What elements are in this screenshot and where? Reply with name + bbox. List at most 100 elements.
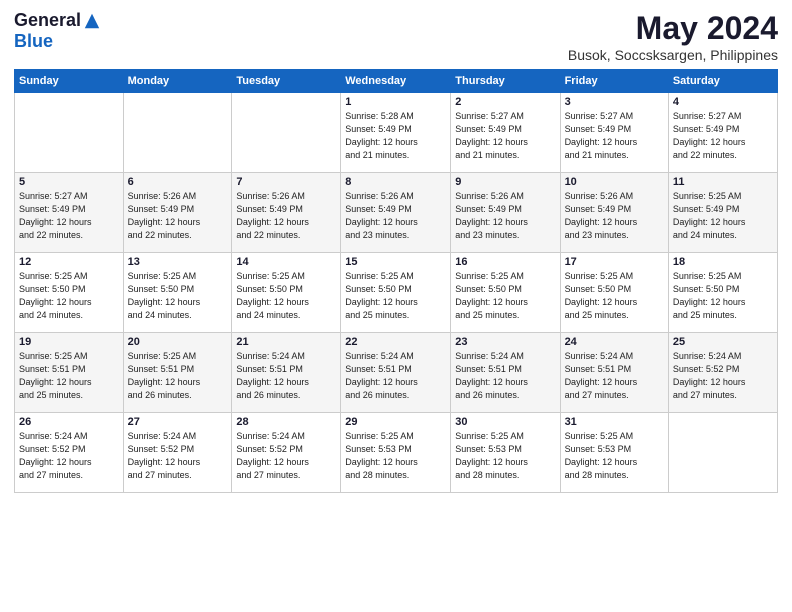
calendar-cell [232, 93, 341, 173]
day-number: 9 [455, 176, 555, 188]
header: General Blue May 2024 Busok, Soccsksarge… [14, 10, 778, 63]
day-info: Sunrise: 5:25 AM Sunset: 5:51 PM Dayligh… [19, 350, 119, 402]
day-info: Sunrise: 5:24 AM Sunset: 5:52 PM Dayligh… [128, 430, 228, 482]
calendar-cell: 26 Sunrise: 5:24 AM Sunset: 5:52 PM Dayli… [15, 413, 124, 493]
calendar-cell: 7 Sunrise: 5:26 AM Sunset: 5:49 PM Daylig… [232, 173, 341, 253]
day-info: Sunrise: 5:25 AM Sunset: 5:49 PM Dayligh… [673, 190, 773, 242]
day-number: 6 [128, 176, 228, 188]
day-info: Sunrise: 5:27 AM Sunset: 5:49 PM Dayligh… [19, 190, 119, 242]
day-info: Sunrise: 5:25 AM Sunset: 5:50 PM Dayligh… [345, 270, 446, 322]
day-number: 25 [673, 336, 773, 348]
day-info: Sunrise: 5:25 AM Sunset: 5:51 PM Dayligh… [128, 350, 228, 402]
calendar-cell: 29 Sunrise: 5:25 AM Sunset: 5:53 PM Dayli… [341, 413, 451, 493]
day-number: 15 [345, 256, 446, 268]
day-number: 23 [455, 336, 555, 348]
day-number: 30 [455, 416, 555, 428]
calendar-cell: 6Sunrise: 5:26 AM Sunset: 5:49 PM Daylig… [123, 173, 232, 253]
month-title: May 2024 [568, 10, 778, 47]
calendar-week-row: 5 Sunrise: 5:27 AM Sunset: 5:49 PM Daylig… [15, 173, 778, 253]
location: Busok, Soccsksargen, Philippines [568, 47, 778, 63]
day-info: Sunrise: 5:25 AM Sunset: 5:50 PM Dayligh… [236, 270, 336, 322]
day-info: Sunrise: 5:25 AM Sunset: 5:50 PM Dayligh… [673, 270, 773, 322]
calendar-cell: 3Sunrise: 5:27 AM Sunset: 5:49 PM Daylig… [560, 93, 668, 173]
day-number: 18 [673, 256, 773, 268]
calendar-header-tuesday: Tuesday [232, 70, 341, 93]
calendar-cell: 16Sunrise: 5:25 AM Sunset: 5:50 PM Dayli… [451, 253, 560, 333]
day-info: Sunrise: 5:25 AM Sunset: 5:50 PM Dayligh… [565, 270, 664, 322]
calendar-week-row: 19 Sunrise: 5:25 AM Sunset: 5:51 PM Dayli… [15, 333, 778, 413]
calendar-cell: 19 Sunrise: 5:25 AM Sunset: 5:51 PM Dayli… [15, 333, 124, 413]
calendar-cell: 27 Sunrise: 5:24 AM Sunset: 5:52 PM Dayli… [123, 413, 232, 493]
calendar-cell: 30 Sunrise: 5:25 AM Sunset: 5:53 PM Dayli… [451, 413, 560, 493]
day-number: 20 [128, 336, 228, 348]
calendar-cell: 2 Sunrise: 5:27 AM Sunset: 5:49 PM Daylig… [451, 93, 560, 173]
day-number: 11 [673, 176, 773, 188]
day-number: 27 [128, 416, 228, 428]
calendar-cell [15, 93, 124, 173]
day-number: 10 [565, 176, 664, 188]
calendar-cell [123, 93, 232, 173]
title-section: May 2024 Busok, Soccsksargen, Philippine… [568, 10, 778, 63]
day-number: 21 [236, 336, 336, 348]
day-info: Sunrise: 5:24 AM Sunset: 5:52 PM Dayligh… [673, 350, 773, 402]
day-number: 7 [236, 176, 336, 188]
calendar-cell: 22 Sunrise: 5:24 AM Sunset: 5:51 PM Dayli… [341, 333, 451, 413]
day-number: 4 [673, 96, 773, 108]
calendar-cell: 21 Sunrise: 5:24 AM Sunset: 5:51 PM Dayli… [232, 333, 341, 413]
day-number: 24 [565, 336, 664, 348]
calendar-cell: 31 Sunrise: 5:25 AM Sunset: 5:53 PM Dayli… [560, 413, 668, 493]
calendar-header-sunday: Sunday [15, 70, 124, 93]
day-info: Sunrise: 5:24 AM Sunset: 5:51 PM Dayligh… [565, 350, 664, 402]
day-info: Sunrise: 5:25 AM Sunset: 5:50 PM Dayligh… [19, 270, 119, 322]
day-number: 29 [345, 416, 446, 428]
day-info: Sunrise: 5:25 AM Sunset: 5:50 PM Dayligh… [455, 270, 555, 322]
logo-blue: Blue [14, 31, 53, 51]
day-number: 26 [19, 416, 119, 428]
calendar-cell: 18 Sunrise: 5:25 AM Sunset: 5:50 PM Dayli… [668, 253, 777, 333]
day-number: 1 [345, 96, 446, 108]
day-number: 5 [19, 176, 119, 188]
calendar-header-friday: Friday [560, 70, 668, 93]
calendar-cell [668, 413, 777, 493]
day-info: Sunrise: 5:24 AM Sunset: 5:52 PM Dayligh… [19, 430, 119, 482]
day-info: Sunrise: 5:27 AM Sunset: 5:49 PM Dayligh… [565, 110, 664, 162]
day-info: Sunrise: 5:27 AM Sunset: 5:49 PM Dayligh… [455, 110, 555, 162]
day-info: Sunrise: 5:26 AM Sunset: 5:49 PM Dayligh… [565, 190, 664, 242]
day-info: Sunrise: 5:25 AM Sunset: 5:53 PM Dayligh… [455, 430, 555, 482]
calendar-cell: 1Sunrise: 5:28 AM Sunset: 5:49 PM Daylig… [341, 93, 451, 173]
calendar-cell: 17Sunrise: 5:25 AM Sunset: 5:50 PM Dayli… [560, 253, 668, 333]
day-number: 12 [19, 256, 119, 268]
calendar-header-monday: Monday [123, 70, 232, 93]
logo-icon [83, 12, 101, 30]
day-info: Sunrise: 5:24 AM Sunset: 5:51 PM Dayligh… [345, 350, 446, 402]
day-info: Sunrise: 5:26 AM Sunset: 5:49 PM Dayligh… [345, 190, 446, 242]
day-number: 22 [345, 336, 446, 348]
day-number: 8 [345, 176, 446, 188]
calendar-cell: 13 Sunrise: 5:25 AM Sunset: 5:50 PM Dayli… [123, 253, 232, 333]
day-info: Sunrise: 5:26 AM Sunset: 5:49 PM Dayligh… [455, 190, 555, 242]
calendar-cell: 5 Sunrise: 5:27 AM Sunset: 5:49 PM Daylig… [15, 173, 124, 253]
calendar-header-wednesday: Wednesday [341, 70, 451, 93]
calendar-cell: 28Sunrise: 5:24 AM Sunset: 5:52 PM Dayli… [232, 413, 341, 493]
calendar-cell: 10 Sunrise: 5:26 AM Sunset: 5:49 PM Dayli… [560, 173, 668, 253]
day-info: Sunrise: 5:24 AM Sunset: 5:52 PM Dayligh… [236, 430, 336, 482]
calendar-cell: 11 Sunrise: 5:25 AM Sunset: 5:49 PM Dayli… [668, 173, 777, 253]
day-number: 13 [128, 256, 228, 268]
calendar-cell: 9 Sunrise: 5:26 AM Sunset: 5:49 PM Daylig… [451, 173, 560, 253]
calendar-header-row: SundayMondayTuesdayWednesdayThursdayFrid… [15, 70, 778, 93]
day-info: Sunrise: 5:25 AM Sunset: 5:50 PM Dayligh… [128, 270, 228, 322]
calendar-cell: 12 Sunrise: 5:25 AM Sunset: 5:50 PM Dayli… [15, 253, 124, 333]
day-info: Sunrise: 5:24 AM Sunset: 5:51 PM Dayligh… [455, 350, 555, 402]
calendar-cell: 20 Sunrise: 5:25 AM Sunset: 5:51 PM Dayli… [123, 333, 232, 413]
day-number: 19 [19, 336, 119, 348]
day-info: Sunrise: 5:25 AM Sunset: 5:53 PM Dayligh… [565, 430, 664, 482]
calendar-cell: 8 Sunrise: 5:26 AM Sunset: 5:49 PM Daylig… [341, 173, 451, 253]
day-info: Sunrise: 5:24 AM Sunset: 5:51 PM Dayligh… [236, 350, 336, 402]
calendar-week-row: 1Sunrise: 5:28 AM Sunset: 5:49 PM Daylig… [15, 93, 778, 173]
day-info: Sunrise: 5:26 AM Sunset: 5:49 PM Dayligh… [236, 190, 336, 242]
day-number: 31 [565, 416, 664, 428]
calendar-cell: 15 Sunrise: 5:25 AM Sunset: 5:50 PM Dayli… [341, 253, 451, 333]
day-info: Sunrise: 5:25 AM Sunset: 5:53 PM Dayligh… [345, 430, 446, 482]
day-number: 2 [455, 96, 555, 108]
logo: General Blue [14, 10, 101, 52]
